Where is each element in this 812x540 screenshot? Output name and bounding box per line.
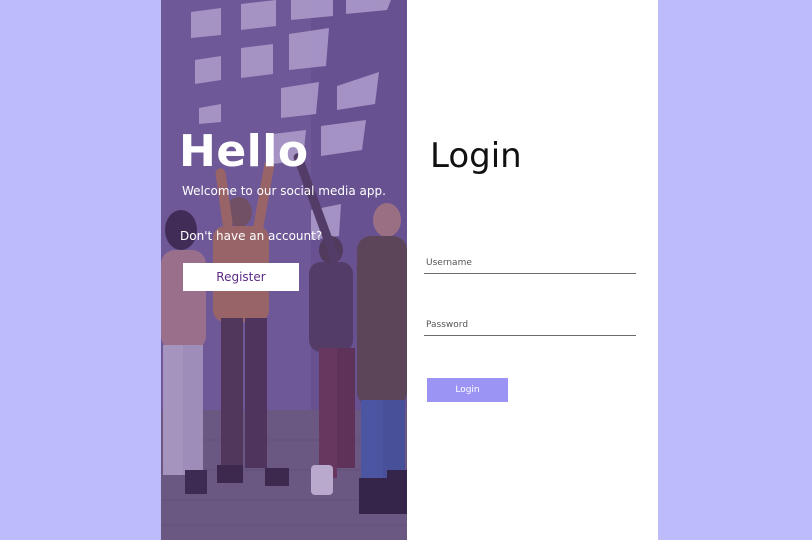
login-button[interactable]: Login xyxy=(427,378,508,402)
login-title: Login xyxy=(430,136,522,176)
register-button[interactable]: Register xyxy=(183,263,299,291)
auth-card: Hello Welcome to our social media app. D… xyxy=(161,0,658,540)
hello-heading: Hello xyxy=(179,126,309,177)
no-account-text: Don't have an account? xyxy=(180,229,323,243)
welcome-panel: Hello Welcome to our social media app. D… xyxy=(161,0,407,540)
welcome-text: Welcome to our social media app. xyxy=(182,184,386,198)
username-input[interactable] xyxy=(424,252,636,274)
username-field xyxy=(424,250,636,274)
password-input[interactable] xyxy=(424,314,636,336)
password-field xyxy=(424,312,636,336)
login-panel: Login Login xyxy=(407,0,658,540)
